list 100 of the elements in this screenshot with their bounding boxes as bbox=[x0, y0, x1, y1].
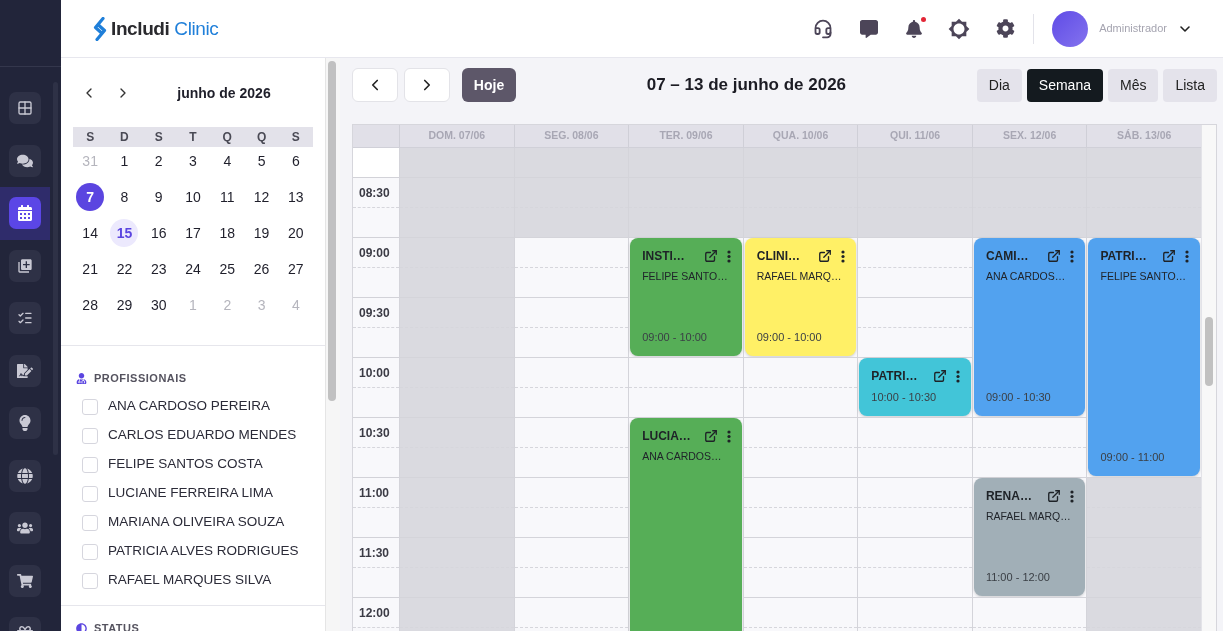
calendar-day[interactable]: 24 bbox=[179, 255, 207, 283]
calendar-day[interactable]: 5 bbox=[247, 147, 276, 175]
nav-button[interactable] bbox=[0, 187, 50, 240]
more-options-icon[interactable] bbox=[1070, 249, 1075, 263]
external-link-icon[interactable] bbox=[932, 369, 947, 383]
calendar-day[interactable]: 14 bbox=[76, 219, 105, 247]
external-link-icon[interactable] bbox=[1047, 249, 1062, 263]
more-options-icon[interactable] bbox=[841, 249, 846, 263]
calendar-day[interactable]: 29 bbox=[110, 291, 139, 319]
time-slot[interactable] bbox=[1087, 477, 1201, 537]
time-slot[interactable] bbox=[1087, 148, 1201, 177]
more-options-icon[interactable] bbox=[726, 249, 731, 263]
sun-icon[interactable] bbox=[948, 17, 971, 40]
weekday-label: S bbox=[290, 129, 301, 146]
calendar-day[interactable]: 4 bbox=[213, 147, 242, 175]
appointment-professional: RAFAEL MARQ… bbox=[985, 509, 1072, 523]
calendar-day[interactable]: 30 bbox=[144, 291, 173, 319]
scrollbar-thumb[interactable] bbox=[328, 61, 336, 401]
time-slot[interactable] bbox=[1087, 177, 1201, 237]
appointment-card[interactable]: PATRI… 10:00 - 10:30 bbox=[859, 358, 971, 416]
calendar-day[interactable]: 23 bbox=[144, 255, 173, 283]
calendar-day[interactable]: 7 bbox=[76, 183, 105, 211]
checkbox[interactable] bbox=[82, 427, 98, 444]
appointment-card[interactable]: INSTI… FELIPE SANTO… 09:00 - 10:00 bbox=[630, 238, 742, 356]
appointment-card[interactable]: CAMI… ANA CARDOS… 09:00 - 10:30 bbox=[973, 238, 1086, 416]
external-link-icon[interactable] bbox=[1162, 249, 1177, 263]
avatar[interactable] bbox=[1052, 10, 1089, 47]
calendar-day[interactable]: 9 bbox=[144, 183, 173, 211]
time-slot[interactable] bbox=[858, 177, 972, 237]
appointment-card[interactable]: PATRI… FELIPE SANTO… 09:00 - 11:00 bbox=[1088, 238, 1201, 476]
appointment-card[interactable]: RENA… RAFAEL MARQ… 11:00 - 12:00 bbox=[973, 478, 1086, 596]
calendar-day[interactable]: 19 bbox=[247, 219, 276, 247]
external-link-icon[interactable] bbox=[818, 249, 833, 263]
more-options-icon[interactable] bbox=[1185, 249, 1190, 263]
view-tab[interactable]: Mês bbox=[1107, 68, 1159, 102]
checkbox[interactable] bbox=[82, 543, 98, 560]
calendar-day[interactable]: 22 bbox=[110, 255, 139, 283]
calendar-day[interactable]: 15 bbox=[110, 219, 139, 247]
appointment-time: 09:00 - 10:00 bbox=[756, 330, 823, 344]
professional-name: CARLOS EDUARDO MENDES bbox=[108, 426, 297, 445]
calendar-day[interactable]: 20 bbox=[281, 219, 310, 247]
chat-icon[interactable] bbox=[860, 19, 879, 38]
calendar-day[interactable]: 10 bbox=[179, 183, 207, 211]
settings-icon[interactable] bbox=[996, 19, 1016, 38]
bell-icon[interactable] bbox=[905, 19, 924, 38]
calendar-day[interactable]: 18 bbox=[213, 219, 242, 247]
external-link-icon[interactable] bbox=[703, 429, 718, 443]
time-slot[interactable] bbox=[743, 177, 858, 237]
time-slot[interactable] bbox=[400, 177, 514, 237]
calendar-day[interactable]: 6 bbox=[281, 147, 310, 175]
external-link-icon[interactable] bbox=[1047, 489, 1062, 503]
view-tab[interactable]: Dia bbox=[976, 68, 1022, 102]
calendar-day[interactable]: 12 bbox=[247, 183, 276, 211]
time-slot[interactable] bbox=[514, 177, 629, 237]
calendar-day[interactable]: 2 bbox=[144, 147, 173, 175]
time-slot[interactable] bbox=[400, 237, 514, 297]
today-button[interactable]: Hoje bbox=[462, 68, 516, 102]
more-options-icon[interactable] bbox=[955, 369, 960, 383]
calendar-day[interactable]: 25 bbox=[213, 255, 242, 283]
calendar-day[interactable]: 27 bbox=[281, 255, 310, 283]
calendar-day[interactable]: 8 bbox=[110, 183, 139, 211]
calendar-day[interactable]: 28 bbox=[76, 291, 105, 319]
checkbox[interactable] bbox=[82, 456, 98, 473]
next-week-button[interactable] bbox=[404, 68, 450, 102]
time-slot[interactable] bbox=[400, 297, 514, 357]
headset-icon[interactable] bbox=[813, 18, 834, 39]
calendar-day[interactable]: 26 bbox=[247, 255, 276, 283]
appointment-card[interactable]: CLINI… RAFAEL MARQ… 09:00 - 10:00 bbox=[744, 238, 857, 356]
calendar-day[interactable]: 21 bbox=[76, 255, 105, 283]
calendar-day[interactable]: 11 bbox=[213, 183, 242, 211]
checkbox[interactable] bbox=[82, 572, 98, 589]
calendar-day[interactable]: 17 bbox=[179, 219, 207, 247]
time-slot[interactable] bbox=[400, 357, 514, 417]
date-range-title: 07 – 13 de junho de 2026 bbox=[645, 74, 848, 97]
more-options-icon[interactable] bbox=[1070, 489, 1075, 503]
time-label: 08:30 bbox=[359, 186, 391, 200]
time-slot[interactable] bbox=[400, 417, 514, 477]
calendar-day[interactable]: 1 bbox=[110, 147, 139, 175]
time-label: 09:30 bbox=[359, 306, 391, 320]
time-slot[interactable] bbox=[629, 177, 743, 237]
appointment-professional: RAFAEL MARQ… bbox=[756, 269, 843, 283]
checkbox[interactable] bbox=[82, 514, 98, 531]
time-slot[interactable] bbox=[400, 537, 514, 597]
view-tab[interactable]: Lista bbox=[1163, 68, 1217, 102]
more-options-icon[interactable] bbox=[726, 429, 731, 443]
scrollbar-thumb[interactable] bbox=[1205, 317, 1213, 386]
appointment-card[interactable]: LUCIA… ANA CARDOS… bbox=[630, 418, 742, 631]
calendar-day[interactable]: 13 bbox=[281, 183, 310, 211]
checkbox[interactable] bbox=[82, 485, 98, 502]
view-tab[interactable]: Semana bbox=[1026, 68, 1103, 102]
time-slot[interactable] bbox=[400, 148, 514, 177]
checkbox[interactable] bbox=[82, 398, 98, 415]
calendar-day[interactable]: 16 bbox=[144, 219, 173, 247]
previous-week-button[interactable] bbox=[352, 68, 398, 102]
time-slot[interactable] bbox=[400, 477, 514, 537]
calendar-day[interactable]: 3 bbox=[179, 147, 207, 175]
time-slot[interactable] bbox=[1087, 537, 1201, 597]
time-slot[interactable] bbox=[972, 177, 1087, 237]
professional-name: MARIANA OLIVEIRA SOUZA bbox=[108, 513, 285, 532]
external-link-icon[interactable] bbox=[703, 249, 718, 263]
